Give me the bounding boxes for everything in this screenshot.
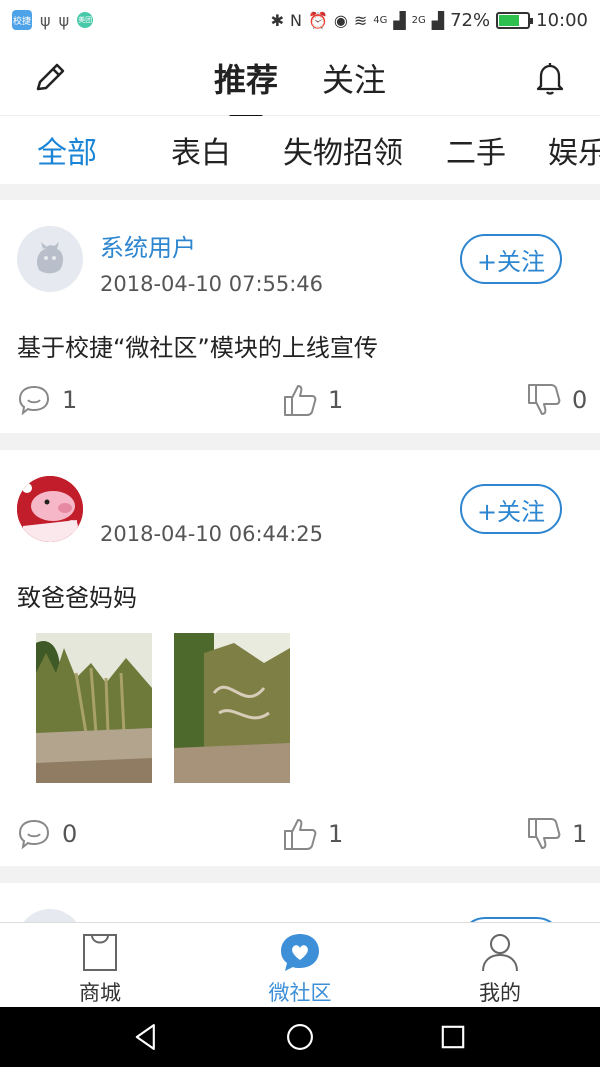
post-content[interactable]: 基于校捷“微社区”模块的上线宣传 xyxy=(17,328,378,363)
thumbs-up-icon xyxy=(284,819,317,850)
thumbs-down-icon xyxy=(528,818,561,849)
usb-icon: ψ xyxy=(40,10,51,30)
comment-count: 0 xyxy=(62,820,78,848)
post-content[interactable]: 致爸爸妈妈 xyxy=(17,578,137,613)
default-avatar-icon xyxy=(37,242,64,274)
person-icon xyxy=(482,934,518,972)
recents-button[interactable] xyxy=(433,1017,473,1057)
post-timestamp: 2018-04-10 06:44:25 xyxy=(100,522,324,546)
comment-button[interactable]: 1 xyxy=(16,382,77,418)
avatar[interactable] xyxy=(17,476,83,542)
category-tab-secondhand[interactable]: 二手 xyxy=(418,128,534,172)
post-actions: 1 1 0 xyxy=(0,382,600,422)
post-card[interactable]: 2018-04-10 06:44:25 +关注 致爸爸妈妈 0 1 1 xyxy=(0,450,600,866)
bluetooth-icon: ✱ xyxy=(270,10,284,30)
notifications-button[interactable] xyxy=(530,58,570,98)
category-tab-lost-found[interactable]: 失物招领 xyxy=(268,128,418,172)
feed[interactable]: 系统用户 2018-04-10 07:55:46 +关注 基于校捷“微社区”模块… xyxy=(0,184,600,922)
post-actions: 0 1 1 xyxy=(0,816,600,856)
category-tab-entertainment[interactable]: 娱乐 xyxy=(534,128,600,172)
post-photo[interactable] xyxy=(174,633,290,783)
usb-icon-2: ψ xyxy=(58,10,70,30)
dislike-count: 0 xyxy=(572,386,588,414)
network-4g-label: 4G xyxy=(373,14,388,26)
category-tabs: 全部 表白 失物招领 二手 娱乐 xyxy=(0,116,600,184)
avatar[interactable] xyxy=(17,226,83,292)
bell-icon xyxy=(536,63,564,95)
like-button[interactable]: 1 xyxy=(282,816,343,852)
post-card[interactable] xyxy=(0,883,600,922)
avatar[interactable] xyxy=(17,909,83,922)
back-button[interactable] xyxy=(127,1017,167,1057)
battery-percent: 72% xyxy=(450,9,491,31)
chat-heart-icon xyxy=(281,934,319,971)
post-photo-image-2 xyxy=(174,633,290,783)
category-tab-all[interactable]: 全部 xyxy=(0,128,134,172)
bag-icon xyxy=(83,934,117,971)
home-button[interactable] xyxy=(280,1017,320,1057)
network-2g-label: 2G xyxy=(411,14,426,26)
back-triangle-icon xyxy=(135,1024,155,1050)
battery-icon xyxy=(496,11,534,29)
nfc-icon: N xyxy=(289,10,302,30)
clock: 10:00 xyxy=(536,9,588,31)
follow-button[interactable]: +关注 xyxy=(460,484,562,534)
alarm-icon: ⏰ xyxy=(307,10,328,30)
recents-square-icon xyxy=(442,1025,465,1049)
comment-icon xyxy=(18,819,50,850)
signal-icon-2: ▟ xyxy=(431,10,445,30)
nav-item-profile[interactable]: 我的 xyxy=(400,923,600,1007)
status-bar: 校捷 ψ ψ 美团 ✱ N ⏰ ◉ ≋ 4G ▟ 2G ▟ 72% 10:00 xyxy=(0,0,600,40)
nav-item-community[interactable]: 微社区 xyxy=(200,923,400,1007)
home-circle-icon xyxy=(287,1024,313,1050)
like-count: 1 xyxy=(328,820,344,848)
like-button[interactable]: 1 xyxy=(282,382,343,418)
comment-icon xyxy=(18,385,50,416)
app-notification-icon: 校捷 xyxy=(12,10,32,30)
tab-follow[interactable]: 关注 xyxy=(322,55,386,101)
nav-label: 我的 xyxy=(479,981,521,1005)
top-tabs: 推荐 关注 xyxy=(0,40,600,119)
post-photo[interactable] xyxy=(36,633,152,783)
post-photo-image xyxy=(36,633,152,783)
comment-button[interactable]: 0 xyxy=(16,816,77,852)
post-card[interactable]: 系统用户 2018-04-10 07:55:46 +关注 基于校捷“微社区”模块… xyxy=(0,200,600,433)
post-timestamp: 2018-04-10 07:55:46 xyxy=(100,272,324,296)
dislike-button[interactable]: 0 xyxy=(526,382,587,418)
nav-item-mall[interactable]: 商城 xyxy=(0,923,200,1007)
top-header: 推荐 关注 xyxy=(0,40,600,119)
post-username[interactable]: 系统用户 xyxy=(100,228,196,263)
like-count: 1 xyxy=(328,386,344,414)
dislike-count: 1 xyxy=(572,820,588,848)
comment-count: 1 xyxy=(62,386,78,414)
thumbs-down-icon xyxy=(528,384,561,415)
bottom-nav: 商城 微社区 我的 xyxy=(0,922,600,1007)
category-tab-confession[interactable]: 表白 xyxy=(134,128,268,172)
wifi-icon: ≋ xyxy=(353,10,368,30)
eye-icon: ◉ xyxy=(333,10,348,30)
follow-button[interactable]: +关注 xyxy=(460,234,562,284)
tab-recommend[interactable]: 推荐 xyxy=(214,55,278,119)
signal-icon: ▟ xyxy=(393,10,406,30)
nav-label: 微社区 xyxy=(268,981,332,1005)
pig-avatar-icon xyxy=(17,476,83,542)
nav-label: 商城 xyxy=(79,981,121,1005)
system-nav-bar xyxy=(0,1007,600,1067)
notification-dot-icon: 美团 xyxy=(77,12,94,28)
dislike-button[interactable]: 1 xyxy=(526,816,587,852)
thumbs-up-icon xyxy=(284,385,317,416)
